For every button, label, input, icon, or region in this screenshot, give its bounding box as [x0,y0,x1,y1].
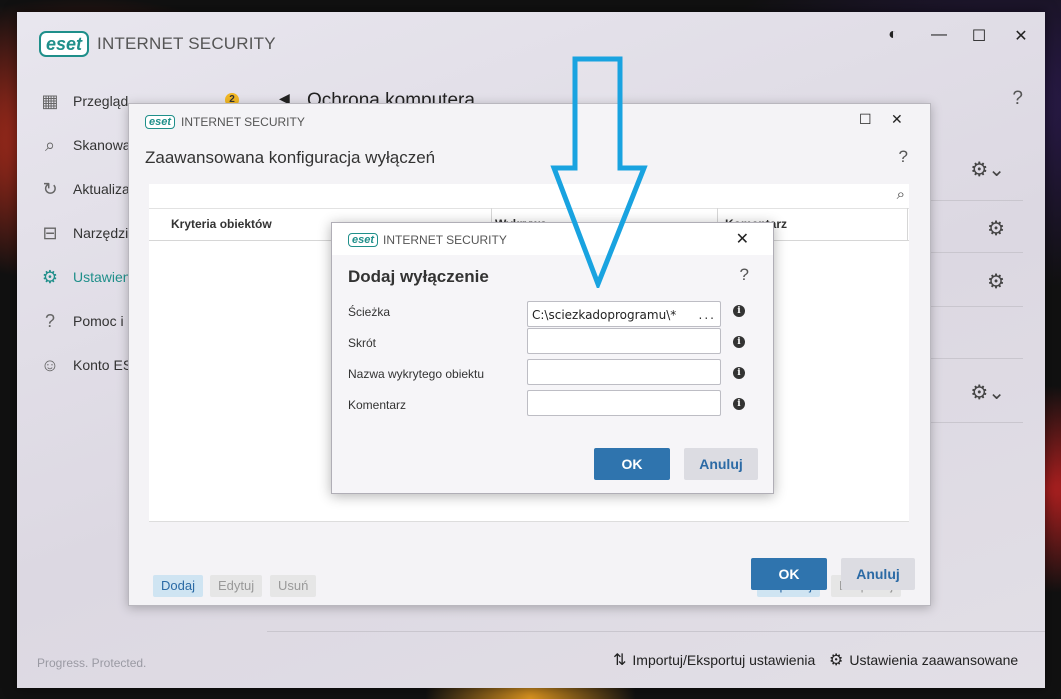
brand-name: INTERNET SECURITY [383,233,507,247]
info-icon[interactable]: i [733,367,745,379]
comment-label: Komentarz [348,398,407,412]
eset-logo: eset [39,31,90,57]
info-icon[interactable]: i [733,305,745,317]
hash-field[interactable] [527,328,721,354]
close-icon[interactable]: ✕ [736,229,749,249]
sidebar-item-overview[interactable]: ▦ Przegląd [39,90,128,112]
help-button[interactable]: ? [1012,88,1023,110]
path-value: C:\sciezkadoprogramu\* [532,308,677,322]
swap-icon: ⇅ [613,652,627,669]
divider [923,422,1023,423]
gear-icon[interactable]: ⚙ [987,269,1005,294]
gear-dropdown-icon[interactable]: ⚙⌄ [970,157,1005,182]
sidebar-item-update[interactable]: ↻ Aktualiza [39,178,130,200]
cancel-button[interactable]: Anuluj [684,448,758,480]
sidebar-item-label: Konto ES [73,357,133,373]
path-field[interactable]: C:\sciezkadoprogramu\* ... [527,301,721,327]
sidebar-item-label: Ustawien [73,269,131,285]
divider [923,306,1023,307]
help-button[interactable]: ? [899,147,908,167]
briefcase-icon: ⊟ [42,222,58,243]
edit-button[interactable]: Edytuj [210,575,263,597]
ok-button[interactable]: OK [751,558,827,590]
sidebar-item-tools[interactable]: ⊟ Narzędzia [39,222,136,244]
divider [923,200,1023,201]
sidebar-item-account[interactable]: ☺ Konto ES [39,354,132,376]
dialog-brand: eset INTERNET SECURITY [145,115,305,129]
hash-label: Skrót [348,336,377,350]
detection-name-field[interactable] [527,359,721,385]
info-icon[interactable]: i [733,336,745,348]
gear-icon: ⚙ [41,266,59,287]
sidebar-item-label: Aktualiza [73,181,130,197]
minimize-icon[interactable]: — [924,26,954,44]
detection-name-label: Nazwa wykrytego obiektu [348,367,485,381]
divider [923,252,1023,253]
import-export-link[interactable]: ⇅ Importuj/Eksportuj ustawienia [613,650,815,670]
maximize-icon[interactable]: ☐ [859,111,872,128]
dialog-title: Zaawansowana konfiguracja wyłączeń [145,148,436,167]
maximize-icon[interactable]: ☐ [964,26,994,46]
sidebar-item-label: Skanowa [73,137,131,153]
add-button[interactable]: Dodaj [153,575,203,597]
ok-button[interactable]: OK [594,448,670,480]
eset-logo: eset [145,115,176,129]
theme-toggle-icon[interactable]: ◐ [878,26,908,44]
tagline: Progress. Protected. [37,656,147,670]
search-icon: ⌕ [44,134,56,155]
dialog-title: Dodaj wyłączenie [348,267,489,286]
search-icon[interactable]: ⌕ [897,186,905,203]
sidebar-item-label: Narzędzia [73,225,137,241]
path-label: Ścieżka [348,305,391,319]
brand-name: INTERNET SECURITY [181,115,305,129]
advanced-settings-link[interactable]: ⚙ Ustawienia zaawansowane [829,650,1018,670]
sidebar-item-help[interactable]: ? Pomoc i [39,310,124,332]
sidebar-item-settings[interactable]: ⚙ Ustawien [39,266,131,288]
close-icon[interactable]: ✕ [1006,26,1036,46]
sidebar-item-label: Pomoc i [73,313,124,329]
cancel-button[interactable]: Anuluj [841,558,915,590]
delete-button[interactable]: Usuń [270,575,317,597]
comment-field[interactable] [527,390,721,416]
help-button[interactable]: ? [740,265,749,285]
gear-icon: ⚙ [829,652,844,669]
sidebar-item-label: Przegląd [73,93,129,109]
sidebar-item-scan[interactable]: ⌕ Skanowa [39,134,131,156]
help-circle-icon: ? [44,310,55,331]
user-icon: ☺ [40,354,60,375]
refresh-icon: ↻ [42,178,58,199]
gear-icon[interactable]: ⚙ [987,216,1005,241]
info-icon[interactable]: i [733,398,745,410]
advanced-settings-label: Ustawienia zaawansowane [849,652,1019,668]
gear-dropdown-icon[interactable]: ⚙⌄ [970,380,1005,405]
dialog-brand: eset INTERNET SECURITY [348,233,507,247]
eset-logo: eset [348,233,379,247]
divider [923,358,1023,359]
import-export-label: Importuj/Eksportuj ustawienia [632,652,816,668]
browse-button[interactable]: ... [699,302,716,328]
search-row[interactable]: ⌕ [149,184,909,209]
close-icon[interactable]: ✕ [891,111,903,128]
brand: eset INTERNET SECURITY [39,31,276,57]
annotation-arrow-icon [550,56,648,288]
brand-name: INTERNET SECURITY [97,34,276,53]
footer-divider [267,631,1045,632]
overview-icon: ▦ [41,90,59,111]
